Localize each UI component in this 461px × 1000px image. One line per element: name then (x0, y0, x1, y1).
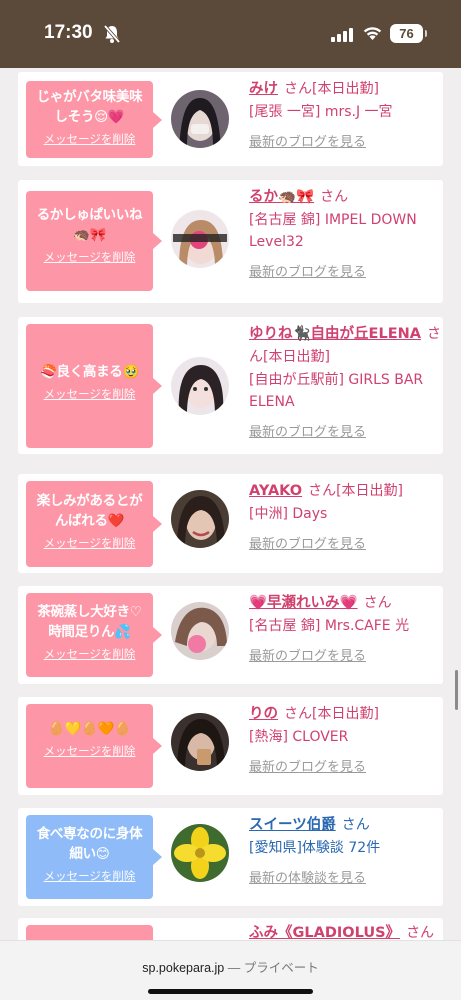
review-info: [愛知県]体験談 72件 (249, 840, 381, 856)
honorific: さん (406, 925, 435, 940)
status-time: 17:30 (44, 22, 93, 43)
cast-info: りの さん[本日出勤] [熱海] CLOVER 最新のブログを見る (249, 703, 441, 775)
cast-name-link[interactable]: AYAKO (249, 483, 302, 499)
list-item: 食べ専なのに身体細い😊 メッセージを削除 スイーツ伯爵 さん [愛知県]体験談 7… (18, 808, 443, 906)
work-status: [本日出勤] (312, 706, 379, 722)
honorific: さん (341, 817, 370, 833)
wifi-icon (362, 25, 383, 45)
latest-blog-link[interactable]: 最新のブログを見る (249, 421, 441, 440)
battery-tip (425, 30, 427, 37)
url-display[interactable]: sp.pokepara.jp — プライベート (0, 957, 461, 976)
domain-text: sp.pokepara.jp (142, 961, 225, 975)
shop-info: [名古屋 錦] Mrs.CAFE 光 (249, 618, 410, 634)
cast-info: ゆりね🐈‍⬛自由が丘ELENA さん[本日出勤] [自由が丘駅前] GIRLS B… (249, 323, 441, 440)
avatar[interactable] (171, 210, 229, 268)
message-bubble (26, 925, 153, 940)
bell-muted-icon (103, 24, 121, 48)
scrollbar-thumb[interactable] (455, 670, 458, 710)
avatar[interactable] (171, 713, 229, 771)
battery-icon: 76 (390, 24, 423, 43)
list-item: 🍣良く高まる🥹 メッセージを削除 ゆりね🐈‍⬛自由が丘ELENA さん[本日出勤]… (18, 317, 443, 454)
shop-info: [名古屋 錦] IMPEL DOWN Level32 (249, 212, 417, 250)
message-bubble: 🍣良く高まる🥹 メッセージを削除 (26, 324, 162, 448)
message-text: 食べ専なのに身体細い😊 (36, 826, 143, 862)
private-mode-label: プライベート (243, 961, 319, 975)
message-text: じゃがバタ味美味しそう😌💗 (36, 89, 143, 125)
delete-message-link[interactable]: メッセージを削除 (26, 535, 153, 551)
latest-blog-link[interactable]: 最新のブログを見る (249, 131, 441, 150)
cast-info: ふみ《GLADIOLUS》 さん (249, 922, 449, 940)
delete-message-link[interactable]: メッセージを削除 (26, 386, 153, 402)
avatar[interactable] (171, 90, 229, 148)
delete-message-link[interactable]: メッセージを削除 (26, 646, 153, 662)
shop-info: [熱海] CLOVER (249, 729, 349, 745)
list-item: 🥚💛🥚🧡🥚 メッセージを削除 りの さん[本日出勤] [熱海] CLOVER 最新… (18, 697, 443, 795)
work-status: [本日出勤] (263, 349, 330, 365)
delete-message-link[interactable]: メッセージを削除 (26, 131, 153, 147)
message-text: 🍣良く高まる🥹 (39, 364, 140, 380)
cast-info: 💗早瀬れいみ💗 さん [名古屋 錦] Mrs.CAFE 光 最新のブログを見る (249, 592, 441, 664)
shop-info: [中洲] Days (249, 506, 328, 522)
list-item: 茶碗蒸し大好き♡時間足りん💦 メッセージを削除 💗早瀬れいみ💗 さん [名古屋 錦… (18, 586, 443, 684)
list-item: るかしゅぱいいね🦔🎀 メッセージを削除 るか🦔🎀 さん [名古屋 錦] IMPEL… (18, 180, 443, 303)
message-bubble: 🥚💛🥚🧡🥚 メッセージを削除 (26, 704, 162, 788)
cast-name-link[interactable]: るか🦔🎀 (249, 189, 314, 205)
list-item: じゃがバタ味美味しそう😌💗 メッセージを削除 みけ さん[本日出勤] [尾張 一宮… (18, 72, 443, 166)
cast-name-link[interactable]: みけ (249, 81, 278, 97)
avatar[interactable] (171, 490, 229, 548)
latest-blog-link[interactable]: 最新のブログを見る (249, 533, 441, 552)
cast-info: るか🦔🎀 さん [名古屋 錦] IMPEL DOWN Level32 最新のブログ… (249, 186, 441, 280)
latest-blog-link[interactable]: 最新のブログを見る (249, 261, 441, 280)
honorific: さん (320, 189, 349, 205)
latest-blog-link[interactable]: 最新のブログを見る (249, 645, 441, 664)
cast-info: AYAKO さん[本日出勤] [中洲] Days 最新のブログを見る (249, 480, 441, 552)
cast-info: スイーツ伯爵 さん [愛知県]体験談 72件 最新の体験談を見る (249, 814, 441, 886)
list-item: 楽しみがあるとがんばれる❤️ メッセージを削除 AYAKO さん[本日出勤] [中… (18, 474, 443, 573)
delete-message-link[interactable]: メッセージを削除 (26, 249, 153, 265)
list-item: ふみ《GLADIOLUS》 さん (18, 918, 443, 940)
browser-address-bar[interactable]: sp.pokepara.jp — プライベート (0, 940, 461, 1000)
message-bubble: るかしゅぱいいね🦔🎀 メッセージを削除 (26, 191, 162, 291)
work-status: [本日出勤] (312, 81, 379, 97)
latest-blog-link[interactable]: 最新のブログを見る (249, 756, 441, 775)
shop-info: [自由が丘駅前] GIRLS BAR ELENA (249, 372, 424, 410)
honorific: さん (284, 81, 312, 97)
message-text: 楽しみがあるとがんばれる❤️ (36, 493, 143, 529)
cast-info: みけ さん[本日出勤] [尾張 一宮] mrs.J 一宮 最新のブログを見る (249, 78, 441, 150)
avatar[interactable] (171, 824, 229, 882)
message-bubble: 食べ専なのに身体細い😊 メッセージを削除 (26, 815, 162, 899)
message-bubble: 茶碗蒸し大好き♡時間足りん💦 メッセージを削除 (26, 593, 162, 677)
home-indicator[interactable] (148, 989, 313, 994)
cast-name-link[interactable]: ゆりね🐈‍⬛自由が丘ELENA (249, 326, 421, 342)
cast-name-link[interactable]: りの (249, 706, 278, 722)
cellular-signal-icon (331, 27, 353, 46)
avatar[interactable] (171, 357, 229, 415)
delete-message-link[interactable]: メッセージを削除 (26, 868, 153, 884)
message-bubble: じゃがバタ味美味しそう😌💗 メッセージを削除 (26, 81, 162, 158)
cast-name-link[interactable]: 💗早瀬れいみ💗 (249, 595, 358, 611)
message-text: 茶碗蒸し大好き♡時間足りん💦 (37, 604, 142, 640)
avatar[interactable] (171, 602, 229, 660)
honorific: さん (284, 706, 312, 722)
message-text: 🥚💛🥚🧡🥚 (48, 721, 131, 737)
delete-message-link[interactable]: メッセージを削除 (26, 743, 153, 759)
honorific: さん (308, 483, 337, 499)
work-status: [本日出勤] (336, 483, 404, 499)
shop-info: [尾張 一宮] mrs.J 一宮 (249, 104, 393, 120)
url-separator: — (227, 961, 241, 975)
message-text: るかしゅぱいいね🦔🎀 (36, 207, 143, 243)
latest-review-link[interactable]: 最新の体験談を見る (249, 867, 441, 886)
cast-name-link[interactable]: ふみ《GLADIOLUS》 (249, 925, 400, 940)
reviewer-name-link[interactable]: スイーツ伯爵 (249, 817, 336, 833)
honorific: さん (363, 595, 392, 611)
status-bar: 17:30 76 (0, 0, 461, 68)
favorites-feed[interactable]: じゃがバタ味美味しそう😌💗 メッセージを削除 みけ さん[本日出勤] [尾張 一宮… (0, 68, 461, 940)
message-bubble: 楽しみがあるとがんばれる❤️ メッセージを削除 (26, 481, 162, 567)
